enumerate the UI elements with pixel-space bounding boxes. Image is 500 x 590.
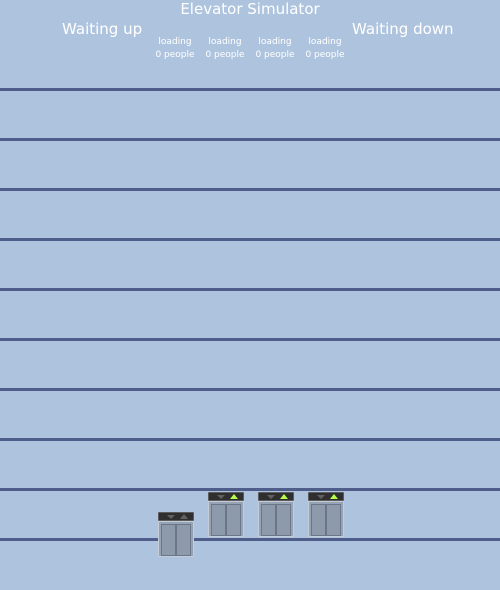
elevator-status-text: loading — [308, 37, 342, 47]
elevator-door-left — [311, 504, 326, 536]
floor-line — [0, 488, 500, 491]
elevator-status-3: loading 0 people — [250, 36, 300, 62]
floor-line — [0, 138, 500, 141]
up-arrow-icon — [330, 494, 338, 499]
up-arrow-icon — [230, 494, 238, 499]
elevator-doors — [208, 501, 244, 537]
elevator-door-left — [261, 504, 276, 536]
waiting-down-label: Waiting down — [352, 20, 454, 38]
elevator-occupancy-text: 0 people — [205, 50, 245, 60]
elevator-status-1: loading 0 people — [150, 36, 200, 62]
down-arrow-icon — [217, 495, 225, 499]
elevator-occupancy-text: 0 people — [305, 50, 345, 60]
elevator-status-4: loading 0 people — [300, 36, 350, 62]
elevator-doors — [308, 501, 344, 537]
elevator-door-left — [161, 524, 176, 556]
elevator-door-left — [211, 504, 226, 536]
elevator-doors — [258, 501, 294, 537]
up-arrow-icon — [180, 514, 188, 519]
elevator-status-text: loading — [158, 37, 192, 47]
up-arrow-icon — [280, 494, 288, 499]
elevator-status-text: loading — [258, 37, 292, 47]
floor-line — [0, 238, 500, 241]
elevator-door-right — [176, 524, 191, 556]
elevator-car-1 — [158, 512, 194, 557]
elevator-occupancy-text: 0 people — [255, 50, 295, 60]
direction-indicator-panel — [158, 512, 194, 521]
down-arrow-icon — [267, 495, 275, 499]
elevator-doors — [158, 521, 194, 557]
floor-line — [0, 88, 500, 91]
floor-line — [0, 338, 500, 341]
elevator-car-2 — [208, 492, 244, 537]
down-arrow-icon — [317, 495, 325, 499]
elevator-door-right — [276, 504, 291, 536]
down-arrow-icon — [167, 515, 175, 519]
elevator-status-text: loading — [208, 37, 242, 47]
elevator-car-3 — [258, 492, 294, 537]
direction-indicator-panel — [208, 492, 244, 501]
elevator-occupancy-text: 0 people — [155, 50, 195, 60]
elevator-door-right — [226, 504, 241, 536]
floor-line — [0, 538, 500, 541]
elevator-door-right — [326, 504, 341, 536]
direction-indicator-panel — [258, 492, 294, 501]
floor-line — [0, 388, 500, 391]
elevator-status-2: loading 0 people — [200, 36, 250, 62]
floor-line — [0, 438, 500, 441]
floor-line — [0, 188, 500, 191]
direction-indicator-panel — [308, 492, 344, 501]
floor-line — [0, 288, 500, 291]
app-title: Elevator Simulator — [180, 0, 320, 18]
waiting-up-label: Waiting up — [62, 20, 143, 38]
elevator-car-4 — [308, 492, 344, 537]
